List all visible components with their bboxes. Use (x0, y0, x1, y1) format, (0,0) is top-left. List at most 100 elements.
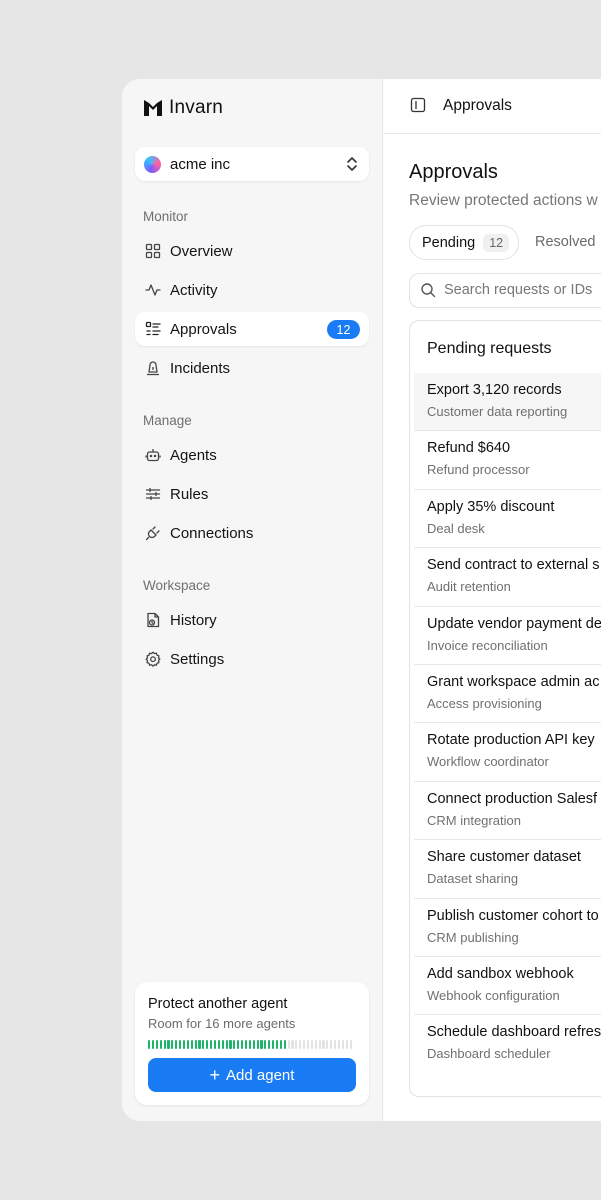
meter-tick (287, 1040, 290, 1049)
meter-tick (291, 1040, 294, 1049)
sidebar-item-label: Settings (170, 650, 225, 668)
request-source: CRM publishing (427, 929, 519, 945)
meter-tick (275, 1040, 279, 1049)
sidebar-item-label: Incidents (170, 359, 231, 377)
sidebar-item-label: Agents (170, 446, 217, 464)
request-title: Export 3,120 records (427, 382, 562, 398)
pending-requests-card: Pending requests Export 3,120 records Cus… (409, 320, 601, 1097)
sidebar-toggle-icon[interactable] (410, 97, 426, 113)
meter-tick (264, 1040, 267, 1049)
sidebar-item-activity[interactable]: Activity (135, 273, 369, 307)
sidebar-item-label: Approvals (170, 320, 237, 338)
topbar: Approvals (383, 79, 601, 134)
sidebar-item-label: Overview (170, 242, 233, 260)
list-item[interactable]: Publish customer cohort to CRM publishing (414, 899, 601, 957)
tab-pending-count: 12 (483, 233, 510, 252)
request-title: Connect production Salesf (427, 790, 598, 807)
request-source: Dataset sharing (427, 871, 519, 887)
meter-tick (225, 1040, 228, 1049)
list-item[interactable]: Grant workspace admin ac Access provision… (414, 665, 601, 724)
list-item[interactable]: Schedule dashboard refres Dashboard sched… (414, 1015, 601, 1072)
list-item[interactable]: Refund $640 Refund processor (414, 431, 601, 490)
page-title: Approvals (409, 161, 498, 183)
tab-pending[interactable]: Pending 12 (409, 225, 519, 260)
breadcrumb: Approvals (443, 97, 512, 114)
tab-pending-label: Pending (422, 234, 476, 251)
meter-tick (221, 1040, 224, 1049)
meter-tick (241, 1040, 244, 1049)
sidebar-item-incidents[interactable]: Incidents (135, 351, 369, 385)
sidebar-item-settings[interactable]: Settings (135, 642, 369, 676)
tab-resolved[interactable]: Resolved (535, 234, 595, 250)
sidebar-item-rules[interactable]: Rules (135, 477, 369, 511)
list-item[interactable]: Send contract to external s Audit retenti… (414, 548, 601, 607)
sidebar-item-overview[interactable]: Overview (135, 234, 369, 268)
request-source: Audit retention (427, 579, 511, 595)
request-title: Schedule dashboard refres (427, 1024, 601, 1041)
meter-tick (326, 1040, 329, 1049)
sidebar-item-history[interactable]: History (135, 603, 369, 637)
meter-tick (295, 1040, 298, 1049)
request-title: Share customer dataset (427, 849, 581, 866)
request-title: Update vendor payment de (427, 615, 601, 632)
meter-tick (337, 1040, 341, 1049)
request-source: Customer data reporting (427, 404, 568, 419)
meter-tick (229, 1040, 232, 1049)
meter-tick (206, 1040, 209, 1049)
meter-tick (198, 1040, 201, 1049)
meter-tick (237, 1040, 240, 1049)
page-subtitle: Review protected actions w (409, 192, 598, 209)
sidebar-item-approvals[interactable]: Approvals 12 (135, 312, 369, 346)
meter-tick (306, 1040, 310, 1049)
meter-tick (155, 1040, 158, 1049)
sidebar-item-label: Rules (170, 485, 209, 503)
meter-tick (330, 1040, 333, 1049)
sidebar-item-label: Activity (170, 281, 218, 299)
meter-tick (248, 1040, 251, 1049)
meter-tick (202, 1040, 205, 1049)
meter-tick (272, 1040, 275, 1049)
meter-tick (279, 1040, 282, 1049)
app-window: Invarn acme inc Monitor Overview Activit… (122, 79, 601, 1121)
search-input[interactable] (444, 280, 601, 300)
promo-title: Protect another agent (148, 996, 288, 1012)
org-switcher[interactable]: acme inc (135, 147, 369, 181)
meter-tick (318, 1040, 321, 1049)
meter-tick (159, 1040, 162, 1049)
add-agent-button[interactable]: + Add agent (148, 1058, 356, 1092)
meter-tick (252, 1040, 255, 1049)
list-item[interactable]: Apply 35% discount Deal desk (414, 490, 601, 549)
list-item[interactable]: Share customer dataset Dataset sharing (414, 840, 601, 899)
grid-icon (144, 242, 162, 260)
request-title: Apply 35% discount (427, 498, 555, 515)
meter-tick (213, 1040, 217, 1049)
meter-tick (148, 1040, 151, 1049)
list-item[interactable]: Connect production Salesf CRM integration (414, 782, 601, 841)
meter-tick (151, 1040, 155, 1049)
list-item[interactable]: Add sandbox webhook Webhook configuration (414, 957, 601, 1016)
request-title: Send contract to external s (427, 557, 600, 574)
meter-tick (190, 1040, 193, 1049)
org-name: acme inc (170, 155, 231, 173)
meter-tick (233, 1040, 236, 1049)
brand-name: Invarn (169, 97, 224, 118)
request-source: Webhook configuration (427, 987, 560, 1003)
meter-tick (303, 1040, 306, 1049)
plus-icon: + (209, 1065, 221, 1085)
request-source: Dashboard scheduler (427, 1046, 551, 1062)
list-item[interactable]: Update vendor payment de Invoice reconcil… (414, 607, 601, 665)
request-source: CRM integration (427, 812, 521, 828)
org-avatar (144, 155, 161, 173)
list-item[interactable]: Rotate production API key Workflow coordi… (414, 723, 601, 782)
meter-tick (314, 1040, 317, 1049)
request-source: Deal desk (427, 520, 485, 536)
request-source: Invoice reconciliation (427, 637, 548, 653)
request-title: Rotate production API key (427, 732, 595, 749)
pulse-icon (144, 281, 162, 299)
sidebar-item-agents[interactable]: Agents (135, 438, 369, 472)
list-item[interactable]: Export 3,120 records Customer data report… (414, 373, 601, 432)
meter-tick (345, 1040, 348, 1049)
brand[interactable]: Invarn (143, 97, 223, 119)
sidebar-item-connections[interactable]: Connections (135, 516, 369, 550)
request-source: Access provisioning (427, 695, 542, 711)
